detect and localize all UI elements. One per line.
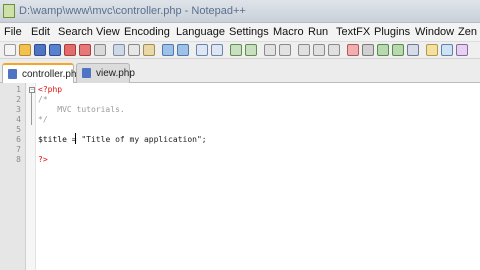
code-line-4: */ [38,115,48,124]
menu-window[interactable]: Window [415,26,454,38]
play-macro-icon[interactable] [377,44,389,56]
menu-encoding[interactable]: Encoding [124,26,170,38]
php-close-tag: ?> [38,155,48,164]
code-line-8: ?> [38,155,48,164]
close-all-icon[interactable] [79,44,91,56]
sync-scroll-h-icon[interactable] [279,44,291,56]
redo-icon[interactable] [177,44,189,56]
line-number-gutter: 1 2 3 4 5 6 7 8 [0,83,26,270]
toolbar [0,42,480,59]
line-number: 6 [16,135,21,144]
close-icon[interactable] [64,44,76,56]
code-line-6: $title = "Title of my application"; [38,135,207,144]
saved-file-icon [82,68,91,78]
comment-close: */ [38,115,48,124]
notepad-plus-plus-app-icon [3,4,15,18]
tab-label: view.php [96,68,135,79]
window-title: D:\wamp\www\mvc\controller.php - Notepad… [19,5,246,17]
save-all-icon[interactable] [49,44,61,56]
zoom-in-icon[interactable] [230,44,242,56]
line-number: 3 [16,105,21,114]
line-number: 1 [16,85,21,94]
menu-edit[interactable]: Edit [31,26,50,38]
comment-open: /* [38,95,48,104]
menu-file[interactable]: File [4,26,22,38]
saved-file-icon [8,69,17,79]
record-macro-icon[interactable] [347,44,359,56]
tab-view-php[interactable]: view.php [76,63,135,83]
menu-language[interactable]: Language [176,26,225,38]
tab-controller-php[interactable]: controller.php [2,63,82,83]
code-line-1: <?php [38,85,62,94]
menu-settings[interactable]: Settings [229,26,269,38]
line-number: 5 [16,125,21,134]
menu-plugins[interactable]: Plugins [374,26,410,38]
comment-text: MVC tutorials. [38,105,125,114]
sync-scroll-v-icon[interactable] [264,44,276,56]
word-wrap-icon[interactable] [298,44,310,56]
menu-zen-coding[interactable]: Zen C [458,26,480,38]
play-macro-multiple-icon[interactable] [392,44,404,56]
tab-bar: controller.php view.php [0,59,480,83]
new-file-icon[interactable] [4,44,16,56]
string-literal: "Title of my application"; [81,135,207,144]
title-bar[interactable]: D:\wamp\www\mvc\controller.php - Notepad… [0,0,480,23]
open-file-icon[interactable] [19,44,31,56]
code-editor[interactable]: 1 2 3 4 5 6 7 8 − <?php /* MVC tutorials… [0,83,480,270]
function-list-icon[interactable] [426,44,438,56]
menu-bar: File Edit Search View Encoding Language … [0,23,480,42]
undo-icon[interactable] [162,44,174,56]
line-number: 4 [16,115,21,124]
line-number: 8 [16,155,21,164]
stop-macro-icon[interactable] [362,44,374,56]
menu-textfx[interactable]: TextFX [336,26,370,38]
code-line-3: MVC tutorials. [38,105,125,114]
paste-icon[interactable] [143,44,155,56]
line-number: 7 [16,145,21,154]
show-all-chars-icon[interactable] [313,44,325,56]
zoom-out-icon[interactable] [245,44,257,56]
menu-view[interactable]: View [96,26,120,38]
tab-label: controller.php [22,69,83,80]
copy-icon[interactable] [128,44,140,56]
php-open-tag: <?php [38,85,63,94]
save-macro-icon[interactable] [407,44,419,56]
menu-macro[interactable]: Macro [273,26,304,38]
document-map-icon[interactable] [441,44,453,56]
text-cursor [75,133,76,144]
plugin-tool-icon[interactable] [456,44,468,56]
replace-icon[interactable] [211,44,223,56]
fold-line [31,93,32,125]
menu-run[interactable]: Run [308,26,328,38]
save-icon[interactable] [34,44,46,56]
cut-icon[interactable] [113,44,125,56]
find-icon[interactable] [196,44,208,56]
code-line-2: /* [38,95,48,104]
line-number: 2 [16,95,21,104]
menu-search[interactable]: Search [58,26,93,38]
fold-collapse-icon[interactable]: − [29,87,35,93]
assign-operator: = [71,135,82,144]
variable-title: $title [38,135,72,144]
indent-guide-icon[interactable] [328,44,340,56]
print-icon[interactable] [94,44,106,56]
